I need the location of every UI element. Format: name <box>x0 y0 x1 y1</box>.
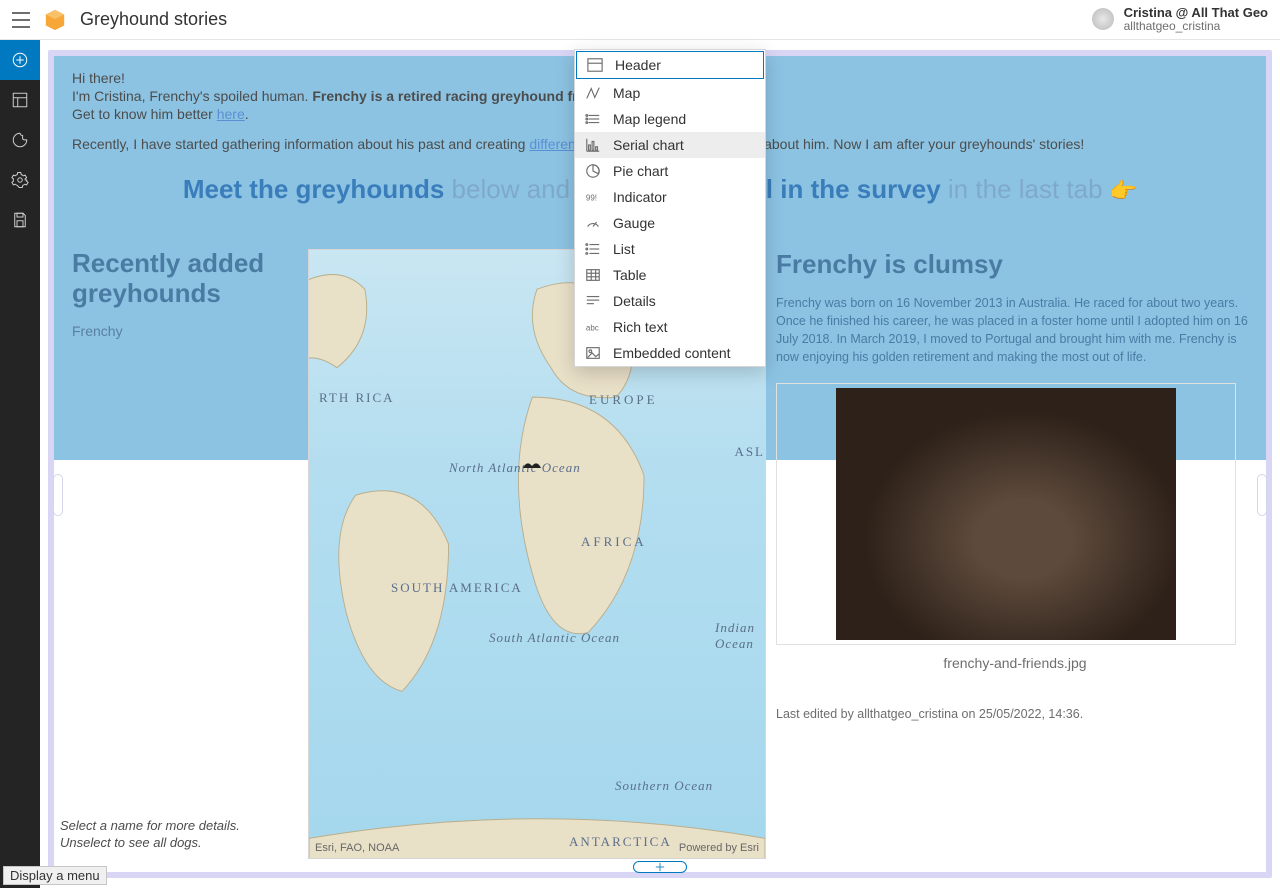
menu-item-map-legend[interactable]: Map legend <box>575 106 765 132</box>
map-label-sa: SOUTH AMERICA <box>391 580 523 596</box>
right-panel-title: Frenchy is clumsy <box>776 249 1254 280</box>
left-panel: Recently added greyhounds Frenchy <box>66 249 298 859</box>
menu-item-list[interactable]: List <box>575 236 765 262</box>
menu-item-gauge[interactable]: Gauge <box>575 210 765 236</box>
app-logo-icon <box>44 9 66 31</box>
map-powered: Powered by Esri <box>679 842 759 854</box>
point-right-icon: 👉 <box>1110 178 1137 203</box>
sidebar-theme[interactable] <box>0 120 40 160</box>
right-panel: Frenchy is clumsy Frenchy was born on 16… <box>776 249 1254 859</box>
map-label-ant: ANTARCTICA <box>569 834 672 850</box>
photo-frame <box>776 383 1236 645</box>
map-label-southern: Southern Ocean <box>615 778 713 794</box>
map-label-africa: AFRICA <box>581 534 647 550</box>
hint-text: Select a name for more details. Unselect… <box>60 818 272 852</box>
add-element-menu[interactable]: Header Map Map legend Serial chart Pie c… <box>574 49 766 367</box>
map-label-indian: Indian Ocean <box>715 620 765 652</box>
menu-toggle[interactable] <box>12 12 30 28</box>
here-link[interactable]: here <box>217 106 245 122</box>
right-panel-body: Frenchy was born on 16 November 2013 in … <box>776 294 1254 367</box>
last-edited: Last edited by allthatgeo_cristina on 25… <box>776 707 1254 721</box>
menu-item-rich-text[interactable]: abcRich text <box>575 314 765 340</box>
sidebar-settings[interactable] <box>0 160 40 200</box>
menu-item-indicator[interactable]: 99!Indicator <box>575 184 765 210</box>
sidebar-save[interactable] <box>0 200 40 240</box>
avatar <box>1092 8 1114 30</box>
photo-caption: frenchy-and-friends.jpg <box>776 655 1254 671</box>
map-label-natl: North Atlantic Ocean <box>449 460 581 476</box>
left-panel-title: Recently added greyhounds <box>72 249 298 309</box>
photo <box>836 388 1176 640</box>
menu-item-serial-chart[interactable]: Serial chart <box>575 132 765 158</box>
list-item[interactable]: Frenchy <box>72 323 298 339</box>
map-attribution: Esri, FAO, NOAA <box>315 842 399 854</box>
map-label-na: RTH RICA <box>319 390 395 406</box>
menu-item-embedded[interactable]: Embedded content <box>575 340 765 366</box>
left-sidebar <box>0 40 40 888</box>
menu-item-details[interactable]: Details <box>575 288 765 314</box>
user-name: Cristina @ All That Geo <box>1124 6 1268 20</box>
menu-item-map[interactable]: Map <box>575 80 765 106</box>
map-label-asl: ASL <box>734 444 765 460</box>
map-label-satl: South Atlantic Ocean <box>489 630 620 646</box>
menu-item-header[interactable]: Header <box>576 51 764 79</box>
bird-icon <box>523 458 541 472</box>
menu-item-pie-chart[interactable]: Pie chart <box>575 158 765 184</box>
sidebar-add[interactable] <box>0 40 40 80</box>
app-title: Greyhound stories <box>80 9 227 30</box>
user-block[interactable]: Cristina @ All That Geo allthatgeo_crist… <box>1092 6 1268 33</box>
sidebar-layout[interactable] <box>0 80 40 120</box>
menu-item-table[interactable]: Table <box>575 262 765 288</box>
status-bar: Display a menu <box>3 866 107 885</box>
map-label-europe: EUROPE <box>589 392 658 408</box>
top-bar: Greyhound stories Cristina @ All That Ge… <box>0 0 1280 40</box>
svg-text:abc: abc <box>586 324 599 333</box>
svg-text:99!: 99! <box>586 194 597 203</box>
user-handle: allthatgeo_cristina <box>1124 20 1268 33</box>
